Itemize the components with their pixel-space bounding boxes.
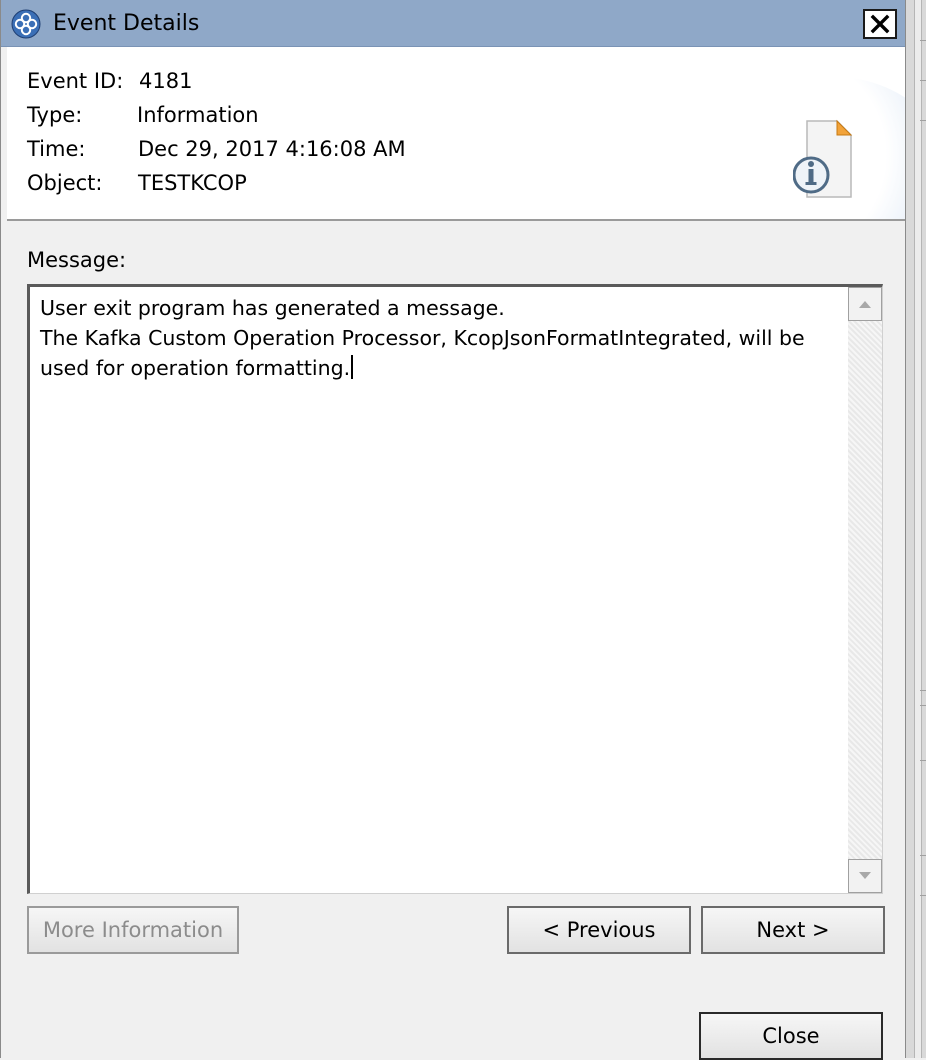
- event-details-dialog: Event Details Event ID: 4181 Type: Infor…: [0, 0, 906, 1060]
- event-id-value: 4181: [139, 69, 193, 93]
- more-information-button[interactable]: More Information: [27, 906, 239, 954]
- window-close-button[interactable]: [863, 9, 897, 39]
- type-value: Information: [137, 103, 259, 127]
- time-label: Time:: [27, 137, 86, 161]
- scroll-down-arrow-icon: [859, 872, 871, 879]
- message-scrollbar[interactable]: [848, 287, 882, 893]
- window-title: Event Details: [53, 11, 200, 36]
- next-button[interactable]: Next >: [701, 906, 885, 954]
- close-button[interactable]: Close: [699, 1012, 883, 1060]
- previous-button[interactable]: < Previous: [507, 906, 691, 954]
- type-label: Type:: [27, 103, 83, 127]
- scroll-up-arrow-icon: [859, 301, 871, 308]
- scroll-down-button[interactable]: [848, 859, 882, 893]
- object-value: TESTKCOP: [138, 171, 247, 195]
- scroll-up-button[interactable]: [848, 287, 882, 321]
- close-icon: [870, 14, 890, 34]
- message-textarea[interactable]: User exit program has generated a messag…: [27, 284, 883, 894]
- title-bar[interactable]: Event Details: [1, 0, 905, 47]
- text-caret: [351, 355, 354, 379]
- message-label: Message:: [27, 248, 127, 272]
- event-id-label: Event ID:: [27, 69, 124, 93]
- object-label: Object:: [27, 171, 103, 195]
- app-logo-icon: [11, 9, 41, 39]
- message-text: User exit program has generated a messag…: [40, 296, 805, 380]
- event-header-panel: Event ID: 4181 Type: Information Time: D…: [7, 47, 905, 221]
- information-document-icon: [793, 119, 853, 198]
- background-window-edge: [906, 0, 926, 1058]
- time-value: Dec 29, 2017 4:16:08 AM: [138, 137, 406, 161]
